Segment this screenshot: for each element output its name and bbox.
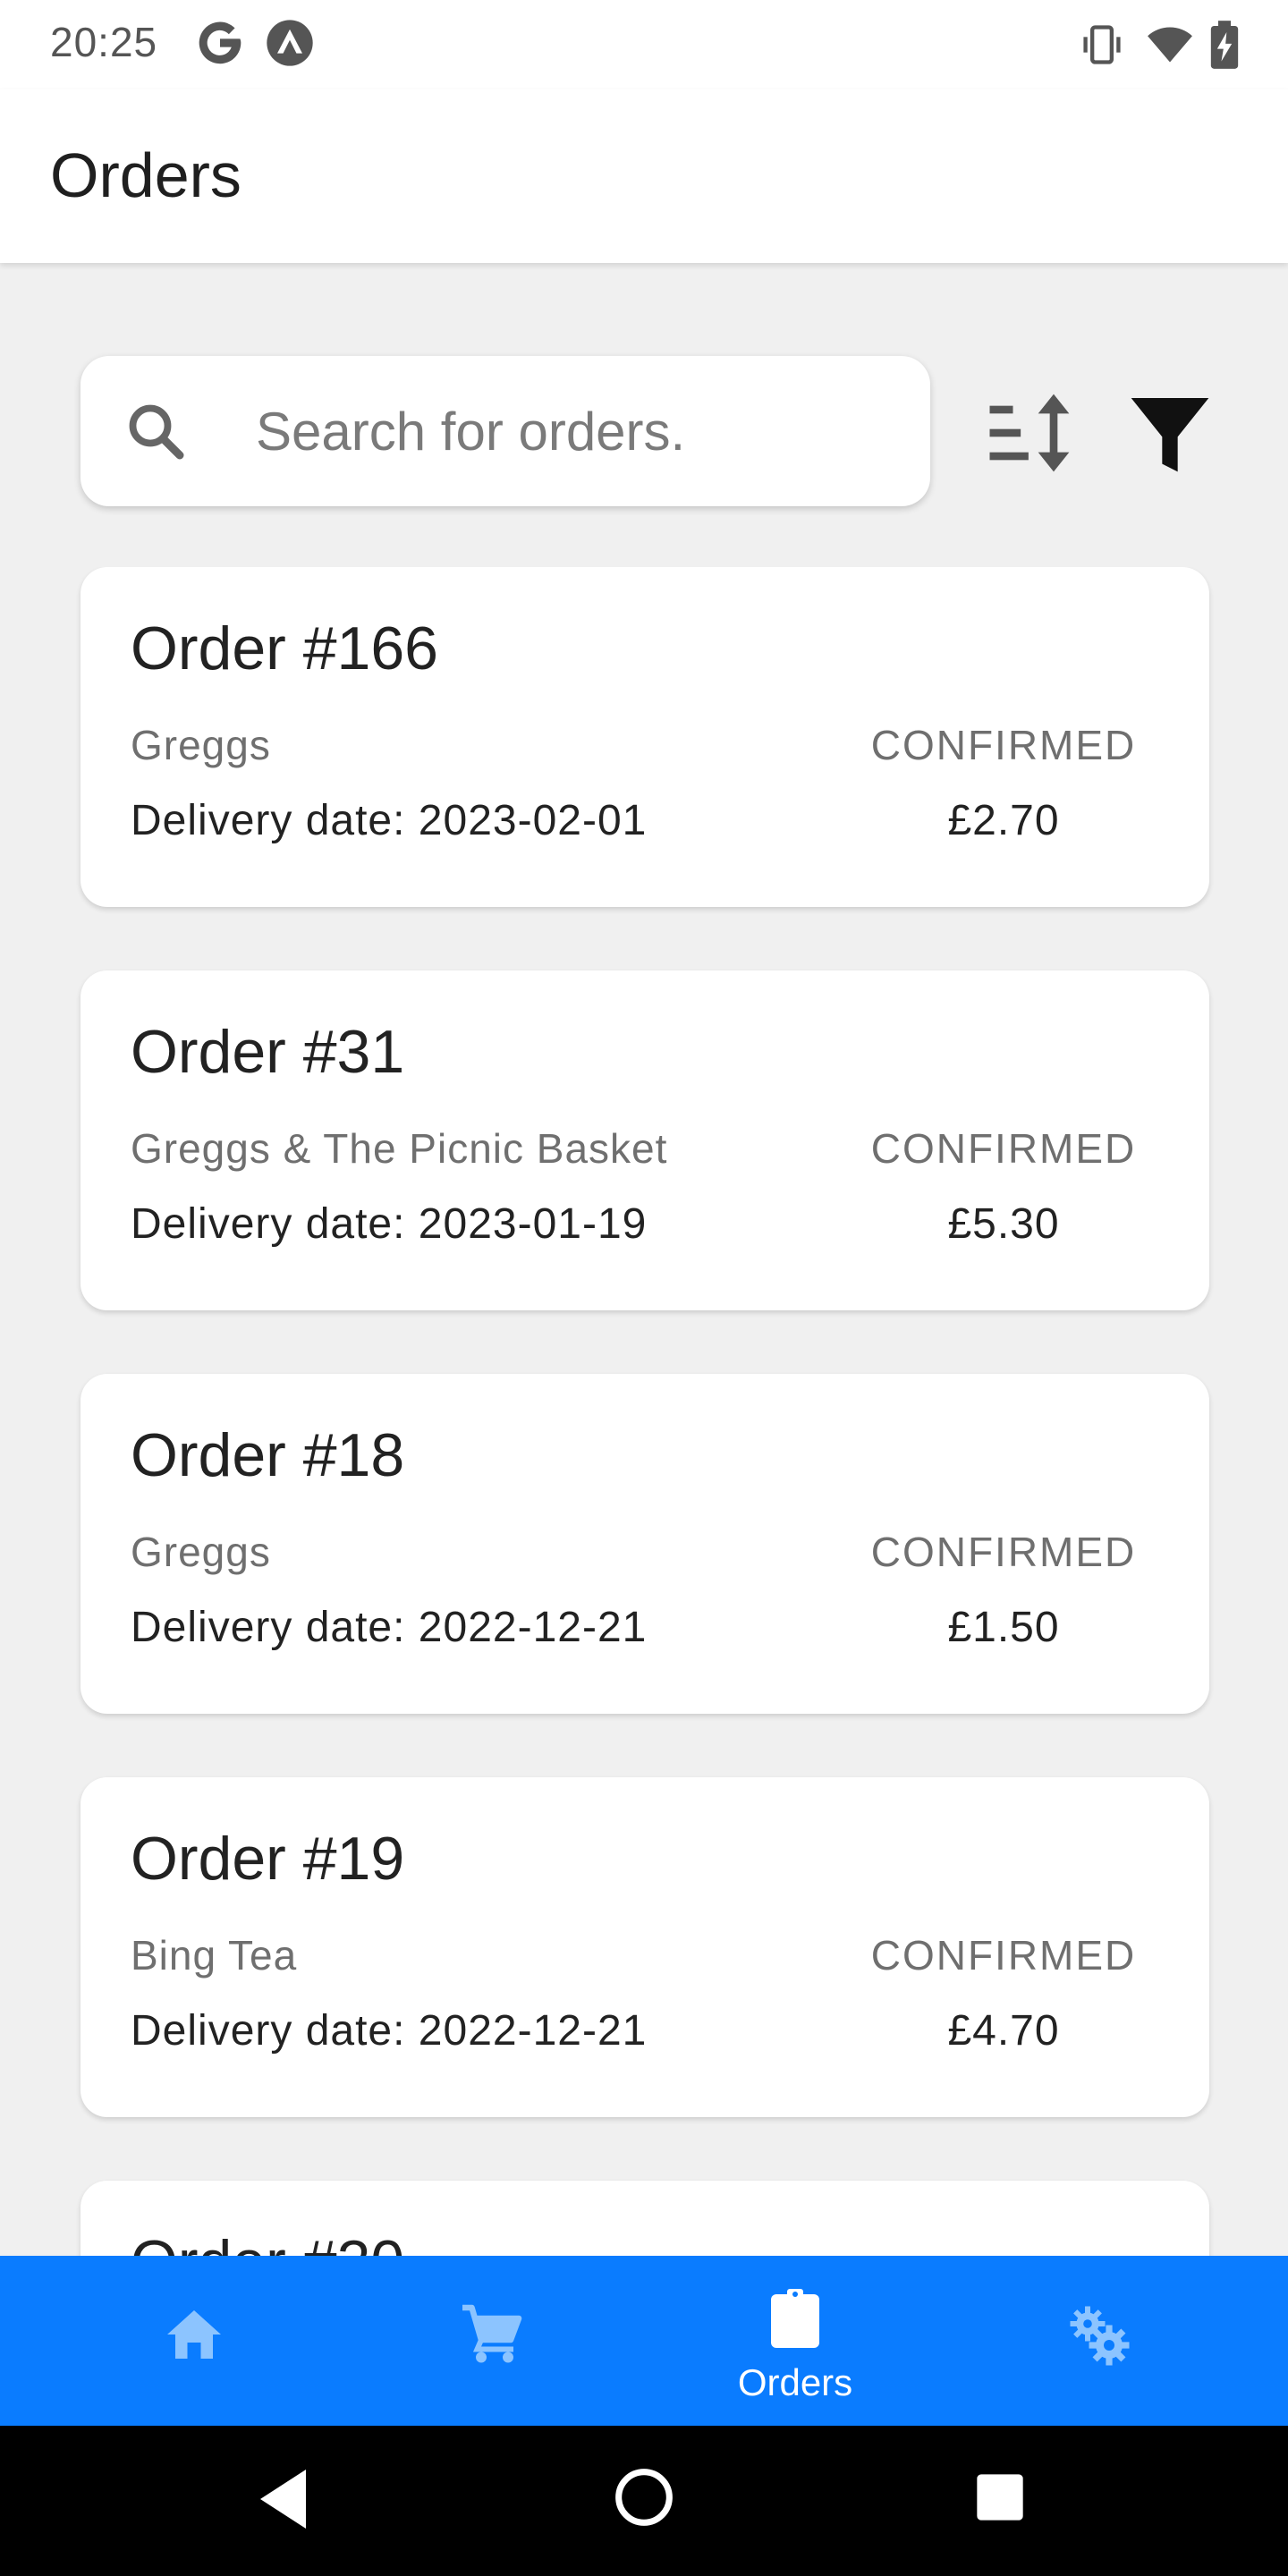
nav-item-settings[interactable]	[937, 2256, 1259, 2426]
order-delivery-date: Delivery date: 2022-12-21	[131, 2007, 648, 2055]
app-bar: Orders	[0, 89, 1288, 263]
order-vendor: Greggs	[131, 722, 271, 768]
orders-list[interactable]: Order #166 Greggs Delivery date: 2023-02…	[0, 567, 1288, 2256]
nav-item-orders[interactable]: Orders	[634, 2256, 956, 2426]
order-card[interactable]: Order #20	[80, 2181, 1209, 2256]
back-icon[interactable]	[256, 2467, 313, 2531]
order-card[interactable]: Order #19 Bing Tea Delivery date: 2022-1…	[80, 1777, 1209, 2117]
recent-apps-icon[interactable]	[975, 2472, 1025, 2522]
cart-icon	[462, 2304, 522, 2363]
order-price: £2.70	[947, 797, 1060, 844]
nav-label-orders: Orders	[737, 2361, 853, 2403]
filter-icon[interactable]	[1123, 386, 1216, 479]
order-price: £4.70	[947, 2007, 1060, 2055]
vibrate-icon	[1083, 25, 1121, 64]
arch-icon	[267, 20, 313, 66]
order-vendor: Bing Tea	[131, 1932, 298, 1979]
order-delivery-date: Delivery date: 2023-02-01	[131, 797, 648, 844]
search-icon	[129, 404, 184, 460]
status-time: 20:25	[50, 19, 158, 65]
nav-item-home[interactable]	[33, 2256, 355, 2426]
order-title: Order #166	[131, 614, 438, 682]
home-circle-icon[interactable]	[614, 2467, 674, 2528]
order-title: Order #31	[131, 1018, 405, 1086]
order-title: Order #20	[131, 2227, 404, 2256]
settings-icon	[1070, 2306, 1130, 2366]
order-status: CONFIRMED	[870, 722, 1137, 768]
page-title: Orders	[50, 140, 242, 210]
nav-item-cart[interactable]	[331, 2256, 653, 2426]
order-vendor: Greggs & The Picnic Basket	[131, 1125, 668, 1172]
order-title: Order #19	[131, 1825, 405, 1893]
order-delivery-date: Delivery date: 2022-12-21	[131, 1604, 648, 1651]
order-card[interactable]: Order #166 Greggs Delivery date: 2023-02…	[80, 567, 1209, 907]
bottom-nav: Orders	[0, 2256, 1288, 2426]
search-input[interactable]	[256, 386, 900, 476]
battery-charging-icon	[1210, 21, 1239, 69]
order-card[interactable]: Order #31 Greggs & The Picnic Basket Del…	[80, 970, 1209, 1310]
order-delivery-date: Delivery date: 2023-01-19	[131, 1200, 648, 1248]
order-vendor: Greggs	[131, 1529, 271, 1575]
search-box[interactable]	[80, 356, 930, 506]
google-icon	[199, 21, 242, 64]
order-status: CONFIRMED	[870, 1932, 1137, 1979]
order-price: £1.50	[947, 1604, 1060, 1651]
clipboard-icon	[771, 2289, 819, 2348]
wifi-icon	[1148, 27, 1192, 63]
order-card[interactable]: Order #18 Greggs Delivery date: 2022-12-…	[80, 1374, 1209, 1714]
status-bar: 20:25	[0, 0, 1288, 89]
order-title: Order #18	[131, 1421, 405, 1489]
home-icon	[167, 2310, 221, 2359]
order-price: £5.30	[947, 1200, 1060, 1248]
sort-icon[interactable]	[984, 386, 1077, 479]
order-status: CONFIRMED	[870, 1529, 1137, 1575]
order-status: CONFIRMED	[870, 1125, 1137, 1172]
system-nav-bar	[0, 2426, 1288, 2576]
